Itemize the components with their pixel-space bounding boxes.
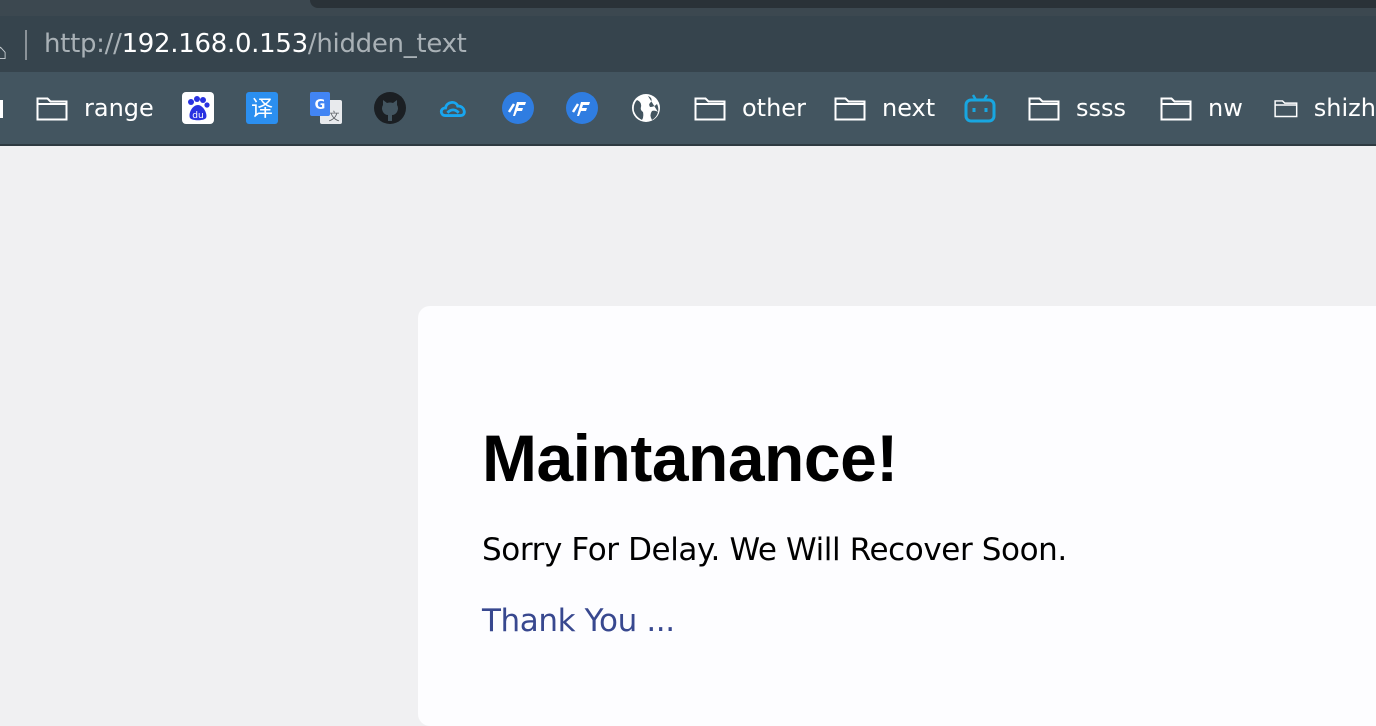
page-title: Maintanance!	[482, 421, 898, 495]
bookmark-globe[interactable]	[630, 72, 662, 144]
bookmark-f-app-2[interactable]	[566, 72, 598, 144]
bookmark-folder-shizh[interactable]: shizh	[1274, 72, 1376, 144]
bookmark-translate[interactable]: 译	[246, 72, 278, 144]
bookmark-label: ssss	[1076, 94, 1127, 122]
bilibili-icon	[964, 92, 996, 124]
bookmark-folder-nw[interactable]: nw	[1160, 72, 1243, 144]
bookmark-folder-ssss[interactable]: ssss	[1028, 72, 1126, 144]
bookmark-label: next	[882, 94, 936, 122]
svg-text:文: 文	[329, 109, 340, 123]
active-tab-edge[interactable]	[310, 0, 1376, 8]
bookmark-bilibili[interactable]	[964, 72, 996, 144]
url-path: /hidden_text	[307, 29, 467, 59]
bookmark-label: other	[742, 94, 806, 122]
clipped-bookmark-edge	[0, 100, 3, 118]
google-translate-icon: 文G	[310, 92, 342, 124]
folder-icon	[1274, 100, 1298, 118]
baidu-icon: du	[182, 92, 214, 124]
bookmark-baidu[interactable]: du	[182, 72, 214, 144]
url-host: 192.168.0.153	[121, 29, 309, 59]
bookmark-github[interactable]	[374, 72, 406, 144]
browser-tab-strip	[0, 0, 1376, 16]
globe-icon	[630, 92, 662, 124]
bookmark-label: nw	[1208, 94, 1243, 122]
translate-icon: 译	[246, 92, 278, 124]
url-scheme: http://	[44, 29, 122, 59]
page-content: Maintanance! Sorry For Delay. We Will Re…	[0, 146, 1376, 726]
bookmark-label: shizh	[1313, 94, 1376, 122]
bookmark-f-app-1[interactable]	[502, 72, 534, 144]
thank-you-text: Thank You ...	[482, 603, 675, 639]
svg-text:du: du	[192, 111, 203, 121]
bookmark-folder-range[interactable]: range	[36, 72, 154, 144]
folder-icon	[694, 97, 726, 121]
bookmark-folder-next[interactable]: next	[834, 72, 935, 144]
bookmark-google-translate[interactable]: 文G	[310, 72, 342, 144]
bookmarks-bar: range du 译 文G other next ssss nw shizh	[0, 72, 1376, 146]
address-bar[interactable]: ⌂ http://192.168.0.153/hidden_text	[0, 16, 1376, 72]
security-icon[interactable]: ⌂	[0, 41, 8, 63]
folder-icon	[1160, 97, 1192, 121]
folder-icon	[36, 97, 68, 121]
svg-text:G: G	[315, 98, 326, 113]
maintenance-card: Maintanance! Sorry For Delay. We Will Re…	[418, 306, 1376, 726]
folder-icon	[834, 97, 866, 121]
folder-icon	[1028, 97, 1060, 121]
maintenance-message: Sorry For Delay. We Will Recover Soon.	[482, 532, 1067, 568]
f-logo-icon	[502, 92, 534, 124]
f-logo-icon	[566, 92, 598, 124]
bookmark-cloud[interactable]	[438, 72, 470, 144]
github-icon	[374, 92, 406, 124]
cloud-icon	[438, 92, 470, 124]
address-separator	[25, 30, 27, 60]
svg-text:译: 译	[251, 97, 273, 122]
url-field[interactable]: http://192.168.0.153/hidden_text	[44, 26, 467, 62]
bookmark-label: range	[84, 94, 154, 122]
bookmark-folder-other[interactable]: other	[694, 72, 806, 144]
